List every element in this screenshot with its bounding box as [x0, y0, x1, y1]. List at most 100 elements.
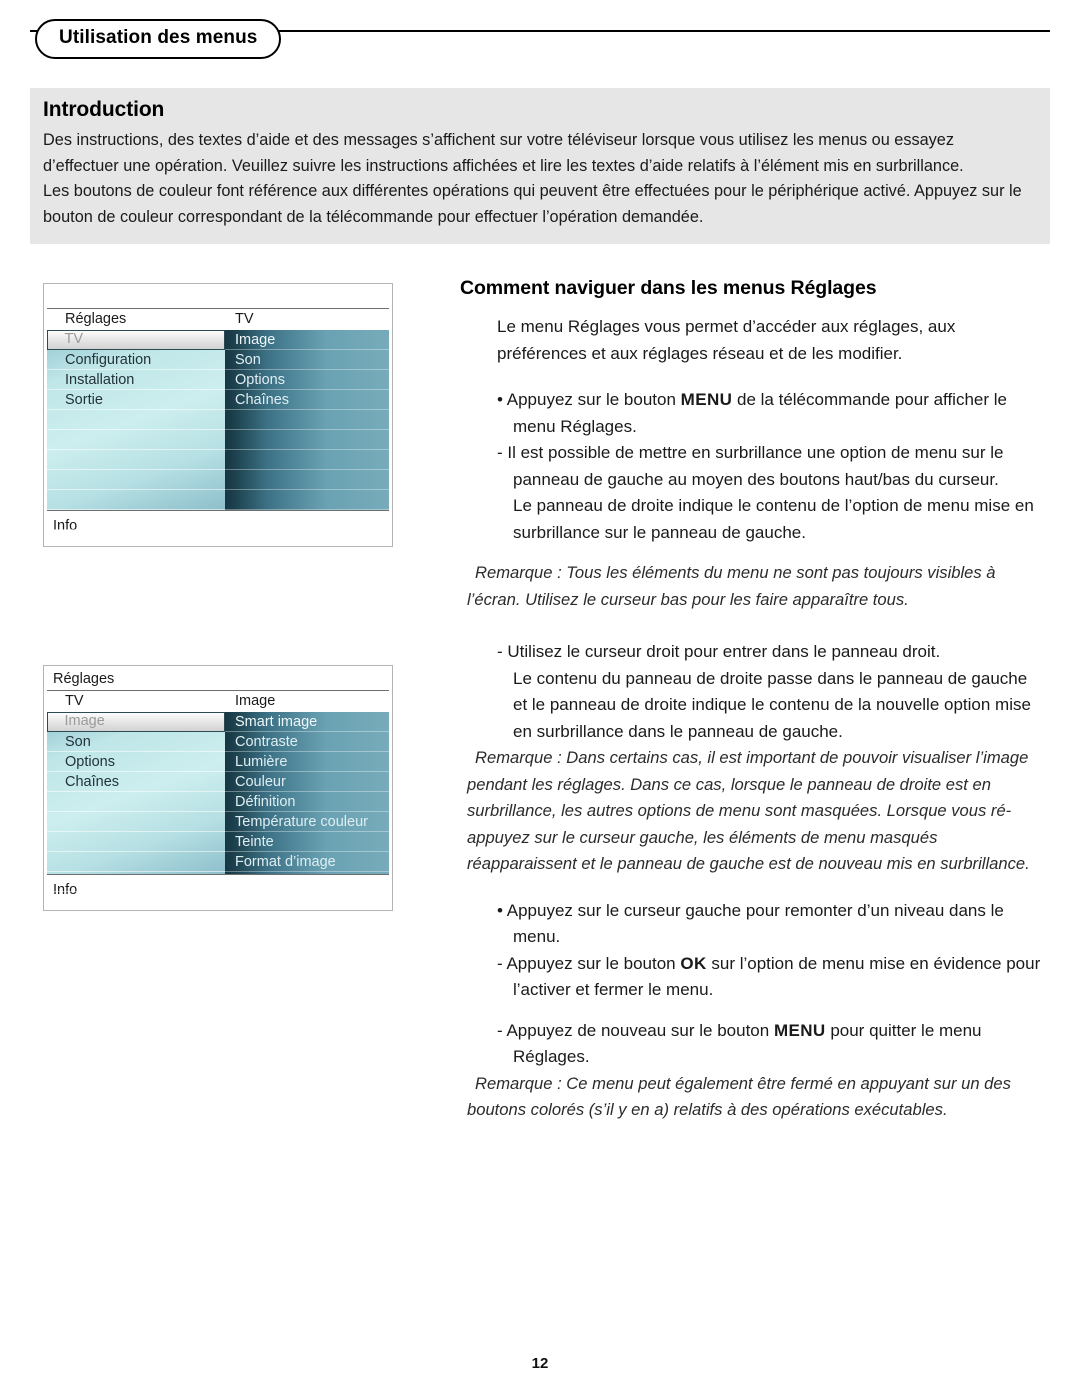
menu2-left-item-label: Son	[65, 734, 91, 750]
menu1-left-column-header: Réglages	[65, 311, 127, 327]
step-exit-pre: - Appuyez de nouveau sur le bouton	[497, 1020, 774, 1040]
step-exit-menu: - Appuyez de nouveau sur le bouton MENU …	[497, 1018, 1045, 1071]
menu2-left-item-label: Chaînes	[65, 774, 120, 790]
key-ok: OK	[680, 953, 707, 973]
note-colored-buttons: Remarque : Ce menu peut également être f…	[467, 1073, 1011, 1120]
menu2-right-item-0[interactable]: Smart image	[225, 712, 389, 732]
introduction-heading: Introduction	[43, 98, 165, 121]
menu1-left-item-1[interactable]: Configuration	[47, 350, 225, 370]
menu1-right-item-5[interactable]	[225, 430, 389, 450]
introduction-paragraph-2: Les boutons de couleur font référence au…	[43, 182, 1022, 226]
menu2-right-item-label: Teinte	[235, 834, 274, 850]
menu1-left-item-label: TV	[64, 331, 84, 347]
menu1-right-item-label: Son	[235, 352, 261, 368]
menu2-left-item-1[interactable]: Son	[47, 732, 225, 752]
menu2-left-item-5[interactable]	[47, 812, 225, 832]
menu1-right-item-3[interactable]: Chaînes	[225, 390, 389, 410]
menu2-right-item-label: Smart image	[235, 714, 318, 730]
menu2-right-item-label: Lumière	[235, 754, 288, 770]
section-heading: Comment naviguer dans les menus Réglages	[460, 277, 877, 299]
menu1-right-item-0[interactable]: Image	[225, 330, 389, 350]
menu2-right-item-label: Définition	[235, 794, 296, 810]
menu2-column-headers: TV Image	[47, 691, 389, 712]
menu1-right-item-7[interactable]	[225, 470, 389, 490]
section-lead-paragraph: Le menu Réglages vous permet d’accéder a…	[497, 317, 956, 363]
menu1-column-headers: Réglages TV	[47, 309, 389, 330]
menu2-right-item-label: Température couleur	[235, 814, 368, 830]
step-ok-button: - Appuyez sur le bouton OK sur l’option …	[497, 951, 1045, 1004]
menu2-panels: Image Son Options Chaînes Smart image Contra…	[47, 712, 389, 892]
step-ok-pre: - Appuyez sur le bouton	[497, 953, 681, 973]
key-menu-1: MENU	[680, 390, 733, 409]
note-hidden-items: Remarque : Tous les éléments du menu ne …	[467, 563, 996, 609]
menu2-right-item-5[interactable]: Température couleur	[225, 812, 389, 832]
menu1-left-item-4[interactable]	[47, 410, 225, 430]
menu2-right-item-1[interactable]: Contraste	[225, 732, 389, 752]
menu2-left-item-label: Options	[65, 754, 115, 770]
menu1-right-panel[interactable]: Image Son Options Chaînes	[225, 330, 389, 530]
menu1-left-item-0[interactable]: TV	[47, 330, 225, 350]
menu2-left-item-7[interactable]	[47, 852, 225, 872]
page-number: 12	[531, 1355, 549, 1372]
menu1-right-item-8[interactable]	[225, 490, 389, 510]
menu2-right-item-6[interactable]: Teinte	[225, 832, 389, 852]
menu2-left-item-8[interactable]	[47, 872, 225, 892]
menu1-left-item-2[interactable]: Installation	[47, 370, 225, 390]
menu2-right-item-label: Contraste	[235, 734, 298, 750]
menu2-right-item-4[interactable]: Définition	[225, 792, 389, 812]
menu2-right-item-8[interactable]	[225, 872, 389, 892]
menu1-right-item-label: Chaînes	[235, 392, 290, 408]
menu1-left-item-9[interactable]	[47, 510, 225, 530]
menu2-right-item-3[interactable]: Couleur	[225, 772, 389, 792]
menu2-left-item-6[interactable]	[47, 832, 225, 852]
step-highlight-option-cont: Le panneau de droite indique le contenu …	[513, 496, 1034, 542]
note-picture-while-adjusting: Remarque : Dans certains cas, il est imp…	[467, 748, 1030, 873]
menu1-left-item-5[interactable]	[47, 430, 225, 450]
menu2-right-item-label: Format d’image	[235, 854, 336, 870]
menu1-right-item-label: Options	[235, 372, 285, 388]
menu2-right-item-label: Couleur	[235, 774, 286, 790]
menu2-right-column-header: Image	[235, 693, 276, 709]
menu2-left-item-2[interactable]: Options	[47, 752, 225, 772]
menu1-left-item-8[interactable]	[47, 490, 225, 510]
menu1-right-item-label: Image	[235, 332, 276, 348]
menu1-left-panel[interactable]: TV Configuration Installation Sortie	[47, 330, 225, 530]
menu2-left-item-label: Image	[64, 713, 105, 729]
menu1-left-item-label: Sortie	[65, 392, 103, 408]
menu2-left-item-4[interactable]	[47, 792, 225, 812]
step-highlight-option: - Il est possible de mettre en surbrilla…	[497, 443, 1004, 489]
menu2-right-panel[interactable]: Smart image Contraste Lumière Couleur Défini…	[225, 712, 389, 892]
key-menu-2: MENU	[773, 1020, 826, 1040]
step-right-cursor-cont: Le contenu du panneau de droite passe da…	[513, 668, 1031, 741]
menu1-left-item-label: Configuration	[65, 352, 152, 368]
tv-menu-screenshot-2: Réglages TV Image Image Son Options Chaînes…	[43, 665, 393, 911]
step-menu-pre: • Appuyez sur le bouton	[497, 390, 681, 409]
step-menu-button: • Appuyez sur le bouton MENU de la téléc…	[497, 387, 1045, 440]
menu1-left-item-7[interactable]	[47, 470, 225, 490]
menu1-right-item-6[interactable]	[225, 450, 389, 470]
step-right-cursor: - Utilisez le curseur droit pour entrer …	[497, 642, 941, 661]
menu1-right-column-header: TV	[235, 311, 254, 327]
menu2-right-item-2[interactable]: Lumière	[225, 752, 389, 772]
chapter-tab: Utilisation des menus	[35, 19, 282, 59]
introduction-paragraph-1: Des instructions, des textes d’aide et d…	[43, 131, 964, 175]
menu1-left-item-label: Installation	[65, 372, 135, 388]
step-left-cursor: • Appuyez sur le curseur gauche pour rem…	[497, 900, 1004, 947]
menu2-left-item-0[interactable]: Image	[47, 712, 225, 732]
navigation-section: Comment naviguer dans les menus Réglages…	[460, 277, 1045, 1124]
menu1-titlebar	[47, 286, 389, 309]
menu1-panels: TV Configuration Installation Sortie Image S…	[47, 330, 389, 530]
page-header: Utilisation des menus	[30, 19, 1050, 65]
menu1-left-item-6[interactable]	[47, 450, 225, 470]
menu2-titlebar: Réglages	[47, 668, 389, 691]
tv-menu-screenshot-1: Réglages TV TV Configuration Installation S…	[43, 283, 393, 547]
menu2-left-column-header: TV	[65, 693, 84, 709]
menu1-right-item-1[interactable]: Son	[225, 350, 389, 370]
menu1-left-item-3[interactable]: Sortie	[47, 390, 225, 410]
menu1-right-item-2[interactable]: Options	[225, 370, 389, 390]
menu2-right-item-7[interactable]: Format d’image	[225, 852, 389, 872]
menu1-right-item-4[interactable]	[225, 410, 389, 430]
menu2-left-item-3[interactable]: Chaînes	[47, 772, 225, 792]
menu1-right-item-9[interactable]	[225, 510, 389, 530]
menu2-left-panel[interactable]: Image Son Options Chaînes	[47, 712, 225, 892]
